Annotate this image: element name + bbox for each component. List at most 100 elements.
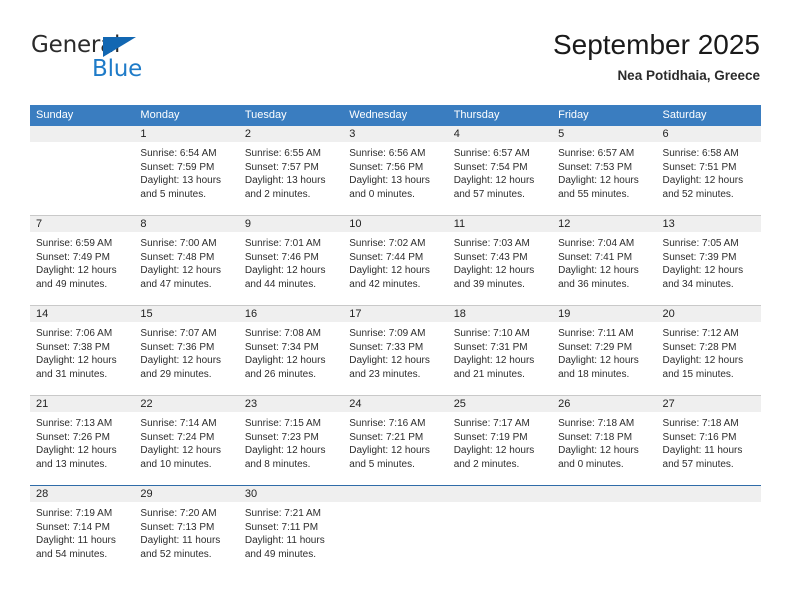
daylight-line1: Daylight: 12 hours bbox=[453, 355, 535, 367]
day-details: Sunrise: 6:56 AM Sunset: 7:56 PM Dayligh… bbox=[343, 142, 447, 201]
sunrise-time: Sunrise: 7:06 AM bbox=[36, 328, 113, 339]
day-cell[interactable]: 21 Sunrise: 7:13 AM Sunset: 7:26 PM Dayl… bbox=[30, 396, 135, 485]
day-cell[interactable] bbox=[447, 486, 553, 575]
day-details: Sunrise: 7:17 AM Sunset: 7:19 PM Dayligh… bbox=[448, 412, 552, 471]
day-cell[interactable]: 6 Sunrise: 6:58 AM Sunset: 7:51 PM Dayli… bbox=[656, 126, 761, 215]
day-number: 23 bbox=[238, 396, 344, 412]
week-row: 14 Sunrise: 7:06 AM Sunset: 7:38 PM Dayl… bbox=[30, 305, 761, 395]
sunset-time: Sunset: 7:23 PM bbox=[244, 431, 319, 443]
day-cell[interactable]: 14 Sunrise: 7:06 AM Sunset: 7:38 PM Dayl… bbox=[30, 306, 135, 395]
sunset-time: Sunset: 7:21 PM bbox=[349, 431, 424, 443]
day-cell[interactable] bbox=[30, 126, 135, 215]
day-cell[interactable] bbox=[552, 486, 657, 575]
day-details: Sunrise: 7:20 AM Sunset: 7:13 PM Dayligh… bbox=[134, 502, 238, 561]
day-number: 18 bbox=[447, 306, 553, 322]
day-cell[interactable] bbox=[343, 486, 448, 575]
week-row: 7 Sunrise: 6:59 AM Sunset: 7:49 PM Dayli… bbox=[30, 215, 761, 305]
triangle-icon bbox=[103, 37, 136, 57]
day-cell[interactable]: 3 Sunrise: 6:56 AM Sunset: 7:56 PM Dayli… bbox=[343, 126, 448, 215]
day-cell[interactable]: 9 Sunrise: 7:01 AM Sunset: 7:46 PM Dayli… bbox=[238, 216, 344, 305]
day-cell[interactable]: 4 Sunrise: 6:57 AM Sunset: 7:54 PM Dayli… bbox=[447, 126, 553, 215]
daylight-line1: Daylight: 12 hours bbox=[36, 445, 117, 457]
sunrise-time: Sunrise: 7:05 AM bbox=[662, 238, 739, 249]
day-details: Sunrise: 7:04 AM Sunset: 7:41 PM Dayligh… bbox=[552, 232, 656, 291]
day-cell[interactable]: 19 Sunrise: 7:11 AM Sunset: 7:29 PM Dayl… bbox=[552, 306, 657, 395]
day-details: Sunrise: 7:02 AM Sunset: 7:44 PM Dayligh… bbox=[343, 232, 447, 291]
day-cell[interactable]: 18 Sunrise: 7:10 AM Sunset: 7:31 PM Dayl… bbox=[447, 306, 553, 395]
daylight-line2: and 5 minutes. bbox=[140, 188, 207, 200]
day-cell[interactable]: 11 Sunrise: 7:03 AM Sunset: 7:43 PM Dayl… bbox=[447, 216, 553, 305]
sunrise-time: Sunrise: 6:58 AM bbox=[662, 148, 739, 159]
day-cell[interactable]: 1 Sunrise: 6:54 AM Sunset: 7:59 PM Dayli… bbox=[134, 126, 239, 215]
day-number: 6 bbox=[656, 126, 761, 142]
daylight-line2: and 42 minutes. bbox=[349, 278, 421, 290]
day-cell[interactable]: 24 Sunrise: 7:16 AM Sunset: 7:21 PM Dayl… bbox=[343, 396, 448, 485]
day-details: Sunrise: 7:10 AM Sunset: 7:31 PM Dayligh… bbox=[448, 322, 552, 381]
daylight-line2: and 34 minutes. bbox=[662, 278, 734, 290]
day-cell[interactable]: 15 Sunrise: 7:07 AM Sunset: 7:36 PM Dayl… bbox=[134, 306, 239, 395]
day-cell[interactable] bbox=[656, 486, 761, 575]
daylight-line1: Daylight: 12 hours bbox=[349, 445, 430, 457]
day-cell[interactable]: 17 Sunrise: 7:09 AM Sunset: 7:33 PM Dayl… bbox=[343, 306, 448, 395]
sunset-time: Sunset: 7:18 PM bbox=[558, 431, 633, 443]
sunset-time: Sunset: 7:39 PM bbox=[662, 251, 737, 263]
day-number: 10 bbox=[343, 216, 448, 232]
day-details: Sunrise: 7:09 AM Sunset: 7:33 PM Dayligh… bbox=[343, 322, 447, 381]
week-row: 21 Sunrise: 7:13 AM Sunset: 7:26 PM Dayl… bbox=[30, 395, 761, 485]
day-details bbox=[30, 142, 134, 147]
day-cell[interactable]: 16 Sunrise: 7:08 AM Sunset: 7:34 PM Dayl… bbox=[238, 306, 344, 395]
day-cell[interactable]: 30 Sunrise: 7:21 AM Sunset: 7:11 PM Dayl… bbox=[238, 486, 344, 575]
day-details: Sunrise: 7:19 AM Sunset: 7:14 PM Dayligh… bbox=[30, 502, 134, 561]
sunrise-time: Sunrise: 7:02 AM bbox=[349, 238, 426, 249]
day-number: 19 bbox=[552, 306, 657, 322]
daylight-line1: Daylight: 12 hours bbox=[244, 445, 326, 457]
day-number: 20 bbox=[656, 306, 761, 322]
daylight-line2: and 57 minutes. bbox=[662, 458, 734, 470]
day-cell[interactable]: 22 Sunrise: 7:14 AM Sunset: 7:24 PM Dayl… bbox=[134, 396, 239, 485]
day-cell[interactable]: 23 Sunrise: 7:15 AM Sunset: 7:23 PM Dayl… bbox=[238, 396, 344, 485]
day-details: Sunrise: 7:14 AM Sunset: 7:24 PM Dayligh… bbox=[134, 412, 238, 471]
day-cell[interactable]: 25 Sunrise: 7:17 AM Sunset: 7:19 PM Dayl… bbox=[447, 396, 553, 485]
daylight-line1: Daylight: 12 hours bbox=[140, 445, 222, 457]
sunset-time: Sunset: 7:48 PM bbox=[140, 251, 215, 263]
day-cell[interactable]: 20 Sunrise: 7:12 AM Sunset: 7:28 PM Dayl… bbox=[656, 306, 761, 395]
day-cell[interactable]: 2 Sunrise: 6:55 AM Sunset: 7:57 PM Dayli… bbox=[238, 126, 344, 215]
daylight-line2: and 2 minutes. bbox=[453, 458, 520, 470]
day-number: 28 bbox=[30, 486, 135, 502]
day-details: Sunrise: 6:57 AM Sunset: 7:53 PM Dayligh… bbox=[552, 142, 656, 201]
daylight-line2: and 52 minutes. bbox=[140, 548, 212, 560]
weekday-header-saturday: Saturday bbox=[662, 109, 707, 121]
day-number bbox=[447, 486, 553, 502]
day-cell[interactable]: 28 Sunrise: 7:19 AM Sunset: 7:14 PM Dayl… bbox=[30, 486, 135, 575]
day-details: Sunrise: 6:59 AM Sunset: 7:49 PM Dayligh… bbox=[30, 232, 134, 291]
day-cell[interactable]: 10 Sunrise: 7:02 AM Sunset: 7:44 PM Dayl… bbox=[343, 216, 448, 305]
day-cell[interactable]: 29 Sunrise: 7:20 AM Sunset: 7:13 PM Dayl… bbox=[134, 486, 239, 575]
sunset-time: Sunset: 7:31 PM bbox=[453, 341, 528, 353]
day-cell[interactable]: 8 Sunrise: 7:00 AM Sunset: 7:48 PM Dayli… bbox=[134, 216, 239, 305]
weekday-header-tuesday: Tuesday bbox=[244, 109, 287, 121]
sunrise-time: Sunrise: 7:16 AM bbox=[349, 418, 426, 429]
calendar-grid: Sunday Monday Tuesday Wednesday Thursday… bbox=[30, 105, 761, 575]
daylight-line2: and 0 minutes. bbox=[349, 188, 415, 200]
generalblue-logo[interactable]: General Blue bbox=[30, 28, 210, 86]
day-details: Sunrise: 7:12 AM Sunset: 7:28 PM Dayligh… bbox=[657, 322, 761, 381]
day-cell[interactable]: 12 Sunrise: 7:04 AM Sunset: 7:41 PM Dayl… bbox=[552, 216, 657, 305]
day-number bbox=[30, 126, 135, 142]
day-cell[interactable]: 27 Sunrise: 7:18 AM Sunset: 7:16 PM Dayl… bbox=[656, 396, 761, 485]
daylight-line2: and 54 minutes. bbox=[36, 548, 108, 560]
sunset-time: Sunset: 7:49 PM bbox=[36, 251, 110, 263]
day-details bbox=[657, 502, 761, 507]
sunset-time: Sunset: 7:26 PM bbox=[36, 431, 110, 443]
day-cell[interactable]: 7 Sunrise: 6:59 AM Sunset: 7:49 PM Dayli… bbox=[30, 216, 135, 305]
day-number: 3 bbox=[343, 126, 448, 142]
sunset-time: Sunset: 7:28 PM bbox=[662, 341, 737, 353]
daylight-line1: Daylight: 12 hours bbox=[140, 355, 222, 367]
daylight-line2: and 44 minutes. bbox=[244, 278, 317, 290]
sunset-time: Sunset: 7:33 PM bbox=[349, 341, 424, 353]
day-number: 12 bbox=[552, 216, 657, 232]
daylight-line2: and 36 minutes. bbox=[558, 278, 630, 290]
day-cell[interactable]: 5 Sunrise: 6:57 AM Sunset: 7:53 PM Dayli… bbox=[552, 126, 657, 215]
day-cell[interactable]: 13 Sunrise: 7:05 AM Sunset: 7:39 PM Dayl… bbox=[656, 216, 761, 305]
day-cell[interactable]: 26 Sunrise: 7:18 AM Sunset: 7:18 PM Dayl… bbox=[552, 396, 657, 485]
day-details: Sunrise: 6:54 AM Sunset: 7:59 PM Dayligh… bbox=[134, 142, 238, 201]
